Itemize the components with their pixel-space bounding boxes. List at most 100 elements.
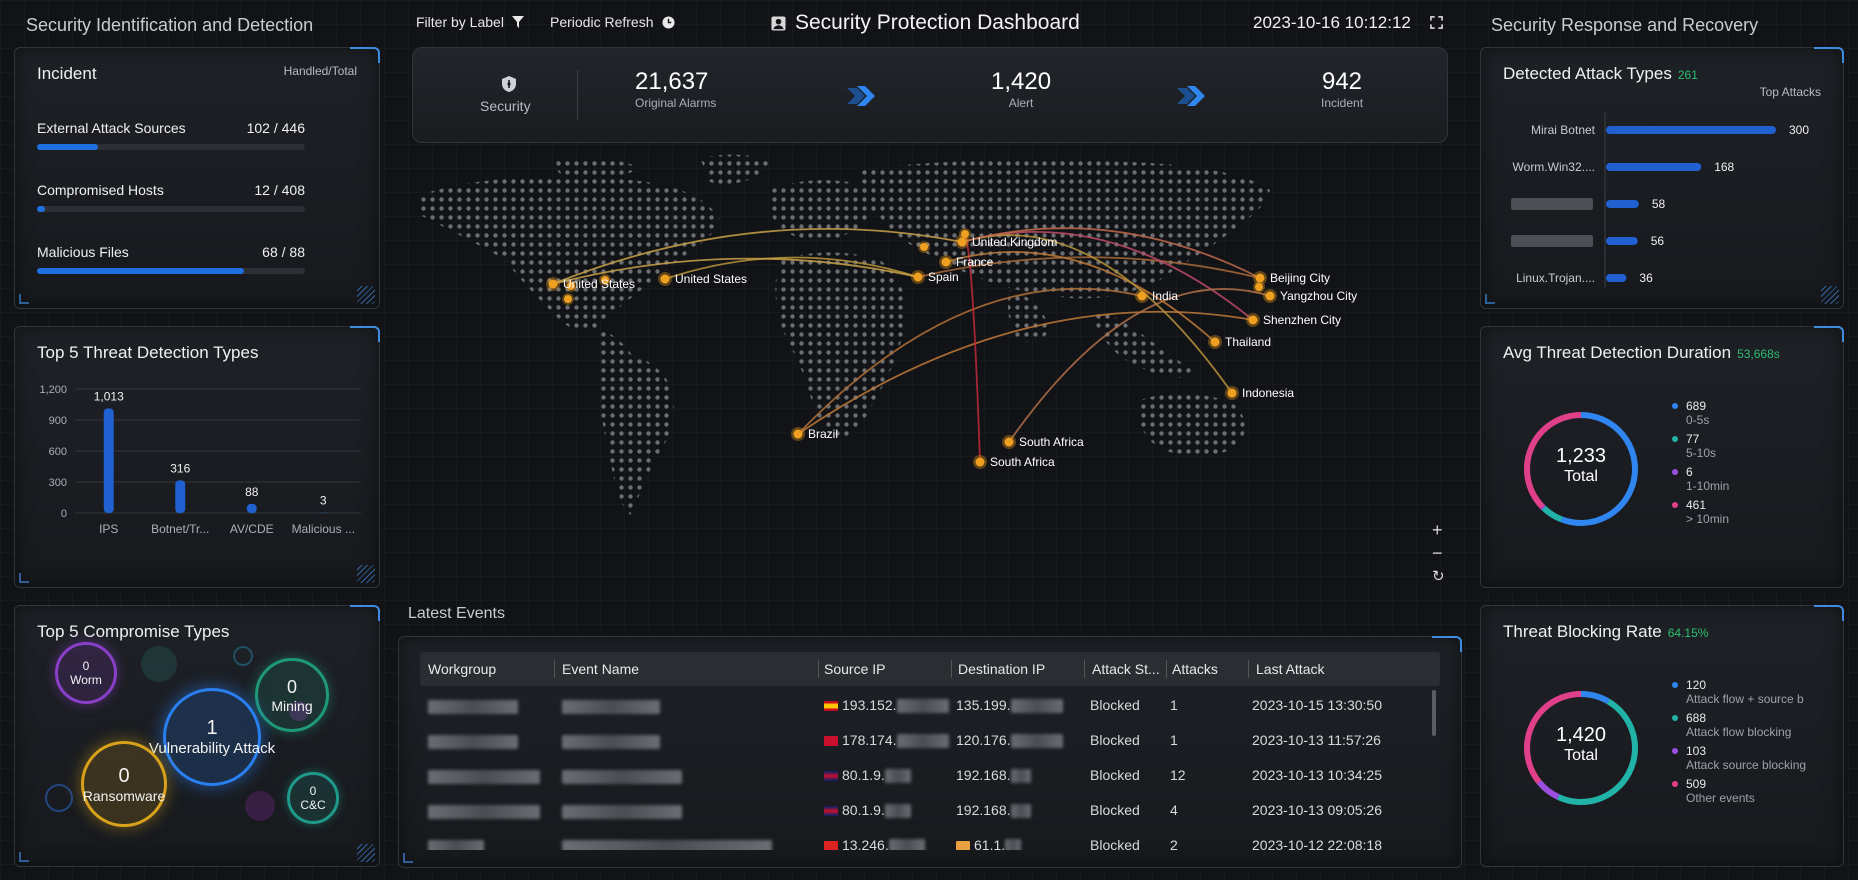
legend-item[interactable]: 103 Attack source blocking (1672, 744, 1806, 772)
location-marker[interactable] (1137, 291, 1147, 301)
legend-item[interactable]: 77 5-10s (1672, 432, 1716, 460)
bubble-worm[interactable]: 0 Worm (55, 642, 117, 704)
column-header-destination-ip[interactable]: Destination IP (958, 661, 1045, 677)
location-marker[interactable] (1248, 315, 1258, 325)
decorative-bubble (45, 784, 73, 812)
legend-item[interactable]: 688 Attack flow blocking (1672, 711, 1791, 739)
world-attack-map[interactable]: United Kingdom FranceSpain United States Un… (410, 150, 1450, 570)
location-marker[interactable] (1227, 388, 1237, 398)
zoom-in-button[interactable]: + (1432, 520, 1443, 541)
bubble-vulnerability-attack[interactable]: 1 Vulnerability Attack (149, 688, 275, 786)
donut-segment[interactable] (1536, 780, 1560, 800)
location-marker[interactable] (975, 457, 985, 467)
fullscreen-icon[interactable] (1430, 16, 1443, 29)
bar[interactable] (1606, 274, 1627, 282)
legend-desc: 0-5s (1686, 413, 1710, 427)
column-header-attack-status[interactable]: Attack St... (1092, 661, 1160, 677)
bar-value-label: 316 (170, 461, 190, 475)
legend-dot (1672, 682, 1678, 688)
left-column-title: Security Identification and Detection (26, 15, 314, 35)
legend-item[interactable]: 689 0-5s (1672, 399, 1710, 427)
source-ip-cell: 178.174. (824, 732, 949, 749)
legend-item[interactable]: 509 Other events (1672, 777, 1755, 805)
source-ip-text: 80.1.9. (842, 802, 885, 818)
column-header-last-attack[interactable]: Last Attack (1256, 661, 1324, 677)
location-marker[interactable] (1210, 337, 1220, 347)
location-marker[interactable] (957, 237, 967, 247)
security-label: Security (480, 98, 531, 114)
filter-icon (511, 16, 524, 28)
bubble-value: 0 (82, 659, 90, 673)
table-row[interactable]: 13.246. 61.1. Blocked 2 2023-10-12 22:08… (420, 830, 1420, 850)
legend-dot (1672, 748, 1678, 754)
stat-original-alarms[interactable]: 21,637 Original Alarms (635, 68, 716, 110)
table-scrollbar[interactable] (1432, 690, 1436, 736)
bubble-cc[interactable]: 0 C&C (287, 772, 339, 824)
donut-segment[interactable] (1540, 504, 1546, 511)
donut-segment[interactable] (1541, 505, 1563, 523)
bar[interactable] (175, 480, 186, 513)
stat-alert[interactable]: 1,420 Alert (991, 68, 1051, 110)
column-header-workgroup[interactable]: Workgroup (428, 661, 496, 677)
last-attack-cell: 2023-10-13 10:34:25 (1252, 767, 1382, 783)
duration-panel: Avg Threat Detection Duration 53,668s 1,2… (1480, 326, 1844, 588)
location-label: Beijing City (1270, 271, 1330, 285)
bar[interactable] (1606, 200, 1639, 208)
location-label: France (956, 255, 994, 269)
source-ip-text: 178.174. (842, 732, 897, 748)
location-marker[interactable] (564, 295, 572, 303)
bubble-mining[interactable]: 0 Mining (255, 658, 329, 732)
shield-icon (502, 76, 516, 92)
table-row[interactable]: 80.1.9. 192.168. Blocked 4 2023-10-13 09… (420, 795, 1420, 825)
stat-label: Alert (1008, 96, 1034, 110)
zoom-out-button[interactable]: − (1432, 543, 1443, 564)
attacks-cell: 4 (1170, 802, 1178, 818)
stat-incident[interactable]: 942 Incident (1321, 68, 1363, 110)
blocking-total: 1,420 Total (1521, 724, 1641, 765)
location-marker[interactable] (920, 243, 928, 251)
blocking-title: Threat Blocking Rate (1503, 622, 1662, 641)
location-marker[interactable] (1255, 273, 1265, 283)
location-marker[interactable] (548, 279, 558, 289)
location-marker[interactable] (660, 274, 670, 284)
destination-ip-cell: 61.1. (956, 837, 1022, 850)
legend-item[interactable]: 6 1-10min (1672, 465, 1729, 493)
compromise-panel: Top 5 Compromise Types 0 Worm 0 Mining 1… (14, 605, 380, 867)
legend-item[interactable]: 461 > 10min (1672, 498, 1729, 526)
duration-sub: 53,668s (1737, 347, 1780, 361)
table-row[interactable]: 80.1.9. 192.168. Blocked 12 2023-10-13 1… (420, 760, 1420, 790)
event-name-cell (562, 698, 660, 715)
bar[interactable] (103, 408, 114, 513)
bar[interactable] (1606, 126, 1776, 134)
bar[interactable] (1606, 163, 1702, 171)
bar[interactable] (246, 503, 257, 513)
location-marker[interactable] (1004, 437, 1014, 447)
column-header-attacks[interactable]: Attacks (1172, 661, 1218, 677)
incident-row-value: 12 / 408 (254, 182, 305, 198)
bubble-value: 0 (118, 764, 130, 787)
column-header-event-name[interactable]: Event Name (562, 661, 639, 677)
location-marker[interactable] (793, 429, 803, 439)
bar[interactable] (1606, 237, 1638, 245)
bubble-ransomware[interactable]: 0 Ransomware (81, 741, 167, 827)
legend-item[interactable]: 120 Attack flow + source b (1672, 678, 1804, 706)
arrow-right-icon (1177, 86, 1205, 106)
location-marker[interactable] (913, 272, 923, 282)
filter-by-label-button[interactable]: Filter by Label (416, 14, 524, 30)
location-label: United States (563, 277, 635, 291)
column-header-source-ip[interactable]: Source IP (824, 661, 885, 677)
location-marker[interactable] (941, 257, 951, 267)
table-row[interactable]: 193.152. 135.199. Blocked 1 2023-10-15 1… (420, 690, 1420, 720)
donut-segment[interactable] (1580, 691, 1610, 705)
location-label: United States (675, 272, 747, 286)
table-row[interactable]: 178.174. 120.176. Blocked 1 2023-10-13 1… (420, 725, 1420, 755)
reset-view-button[interactable]: ↻ (1432, 567, 1445, 585)
incident-row: External Attack Sources 102 / 446 (37, 120, 305, 150)
destination-ip-cell: 120.176. (956, 732, 1063, 749)
legend-value: 509 (1686, 777, 1707, 791)
top-attacks-label: Top Attacks (1759, 85, 1821, 99)
periodic-refresh-button[interactable]: Periodic Refresh (550, 14, 675, 30)
location-marker[interactable] (1265, 291, 1275, 301)
workgroup-cell (428, 698, 518, 715)
events-table-body[interactable]: 193.152. 135.199. Blocked 1 2023-10-15 1… (420, 690, 1440, 850)
